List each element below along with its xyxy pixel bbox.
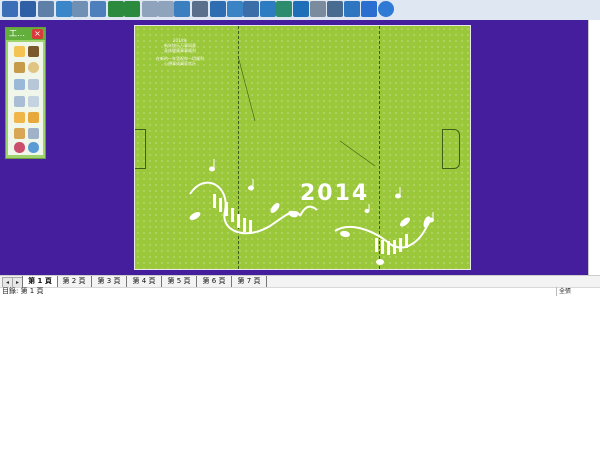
refresh-icon[interactable]: [174, 1, 190, 17]
sheet-tab-7[interactable]: 第 7 頁: [232, 276, 267, 287]
grid-tool-icon[interactable]: [28, 128, 39, 139]
pencil-tool-icon[interactable]: [14, 62, 25, 73]
sheet-tab-4[interactable]: 第 4 頁: [127, 276, 162, 287]
person-icon[interactable]: [243, 1, 259, 17]
main-toolbar: [0, 0, 600, 20]
play-icon[interactable]: [361, 1, 377, 17]
undo-icon[interactable]: [142, 1, 158, 17]
crop-tool-icon[interactable]: [14, 79, 25, 90]
photo-icon[interactable]: [227, 1, 243, 17]
status-zoom-label: 全張: [556, 287, 598, 296]
scanner-icon[interactable]: [276, 1, 292, 17]
ellipse-tool-icon[interactable]: [28, 62, 39, 73]
layer-tool-icon[interactable]: [14, 128, 25, 139]
close-icon: ×: [34, 29, 41, 38]
sheet-tab-5[interactable]: 第 5 頁: [162, 276, 197, 287]
copy-tool-icon[interactable]: [14, 112, 25, 123]
resize-tool-icon[interactable]: [14, 96, 25, 107]
brush-tool-icon[interactable]: [28, 46, 39, 57]
new-page-tool-icon[interactable]: [14, 46, 25, 57]
tool-panel-titlebar[interactable]: 工… ×: [6, 28, 45, 40]
share-icon[interactable]: [344, 1, 360, 17]
print-preview-icon[interactable]: [72, 1, 88, 17]
tool-panel-title: 工…: [9, 29, 25, 38]
align-tool-icon[interactable]: [28, 96, 39, 107]
next-page-icon[interactable]: [124, 1, 140, 17]
zoom-icon[interactable]: [192, 1, 208, 17]
help-icon[interactable]: [327, 1, 343, 17]
sheet-tab-6[interactable]: 第 6 頁: [197, 276, 232, 287]
paste-tool-icon[interactable]: [28, 112, 39, 123]
chart-icon[interactable]: [260, 1, 276, 17]
image-icon[interactable]: [56, 1, 72, 17]
status-bar: 目錄: 第 1 頁 全張: [0, 287, 600, 296]
sheet-tab-2[interactable]: 第 2 頁: [57, 276, 92, 287]
new-icon[interactable]: [2, 1, 18, 17]
prev-page-icon[interactable]: [108, 1, 124, 17]
redo-icon[interactable]: [158, 1, 174, 17]
card-page[interactable]: 2014年 新年快乐万事如意 身体健康事事顺利 在新的一年里祝你一切顺利 心想事…: [134, 25, 471, 270]
view-icon[interactable]: [90, 1, 106, 17]
print-icon[interactable]: [38, 1, 54, 17]
calendar-icon[interactable]: [310, 1, 326, 17]
sheet-tab-3[interactable]: 第 3 頁: [92, 276, 127, 287]
save-icon[interactable]: [20, 1, 36, 17]
year-title: 2014: [300, 181, 370, 206]
toggle-left-tool-icon[interactable]: [14, 142, 25, 153]
vertical-scrollbar[interactable]: [588, 20, 600, 275]
play-circle-icon[interactable]: [378, 1, 394, 17]
tool-panel: 工… ×: [5, 27, 46, 159]
tool-panel-close-button[interactable]: ×: [32, 29, 43, 39]
sheet-tab-1[interactable]: 第 1 頁: [22, 276, 58, 287]
tool-panel-body: [8, 42, 43, 155]
toggle-right-tool-icon[interactable]: [28, 142, 39, 153]
picture-icon[interactable]: [210, 1, 226, 17]
stamp-icon[interactable]: [293, 1, 309, 17]
music-vine-decoration: [189, 159, 434, 265]
status-page-label: 目錄: 第 1 頁: [2, 287, 44, 295]
transform-tool-icon[interactable]: [28, 79, 39, 90]
